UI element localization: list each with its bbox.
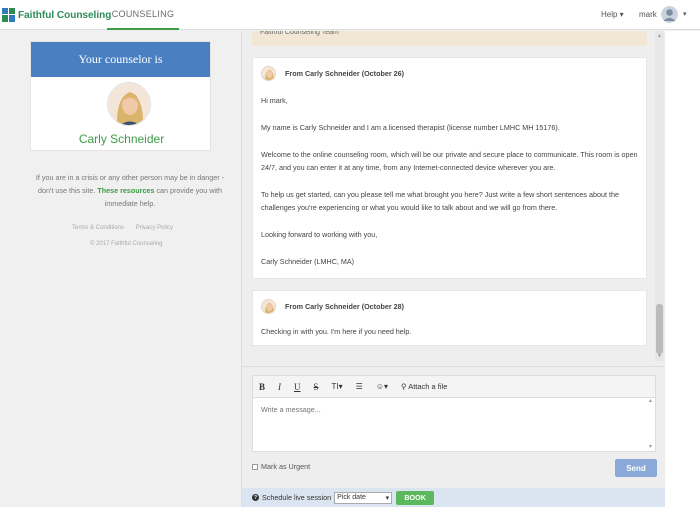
terms-link[interactable]: Terms & Conditions — [72, 225, 124, 231]
scroll-thumb[interactable] — [656, 304, 663, 354]
bold-button[interactable]: B — [259, 382, 265, 392]
counselor-card: Your counselor is Carly Schneider — [30, 41, 211, 151]
text-size-button[interactable]: TI▾ — [332, 382, 343, 391]
message-header: From Carly Schneider (October 26) — [261, 66, 404, 81]
pick-date-value: Pick date — [337, 494, 366, 501]
attach-file-label: Attach a file — [408, 382, 448, 391]
counselor-photo — [107, 82, 151, 126]
emoji-icon[interactable]: ☺▾ — [376, 382, 388, 391]
send-button[interactable]: Send — [615, 459, 657, 477]
message-paragraph: To help us get started, can you please t… — [261, 189, 619, 213]
team-message-strip: Faithful Counseling Team — [252, 31, 647, 46]
strikethrough-button[interactable]: S — [314, 382, 319, 392]
footer-links: Terms & Conditions Privacy Policy — [72, 225, 183, 231]
help-menu[interactable]: Help ▾ — [601, 10, 624, 19]
message-composer: B I U S TI▾ ☰ ☺▾ ⚲ Attach a file Mark as… — [242, 366, 666, 488]
message-body: Checking in with you. I'm here if you ne… — [261, 325, 641, 352]
crisis-resources-link[interactable]: These resources — [97, 186, 154, 195]
sender-avatar — [261, 66, 276, 81]
scroll-up-icon[interactable]: ▲ — [657, 33, 662, 39]
message-sender: From Carly Schneider (October 26) — [285, 69, 405, 78]
message-card: From Carly Schneider (October 26) Hi mar… — [252, 57, 647, 279]
input-resize-handle[interactable] — [646, 398, 655, 451]
mark-urgent-label: Mark as Urgent — [261, 462, 311, 471]
counselor-header: Your counselor is — [31, 42, 210, 77]
message-thread-panel: Faithful Counseling Team From Carly Schn… — [241, 31, 666, 507]
message-paragraph: Welcome to the online counseling room, w… — [261, 149, 638, 172]
crisis-notice: If you are in a crisis or any other pers… — [28, 171, 232, 210]
copyright: © 2017 Faithful Counseling — [90, 241, 163, 247]
list-icon[interactable]: ☰ — [356, 382, 363, 391]
message-paragraph: Checking in with you. I'm here if you ne… — [261, 327, 412, 336]
book-button[interactable]: BOOK — [396, 490, 435, 505]
sender-avatar — [261, 299, 276, 314]
counselor-name: Carly Schneider — [78, 132, 165, 146]
attach-file-button[interactable]: ⚲ Attach a file — [401, 382, 447, 391]
message-body: Hi mark, My name is Carly Schneider and … — [261, 94, 641, 282]
chevron-down-icon: ▾ — [385, 494, 390, 502]
underline-button[interactable]: U — [294, 382, 301, 392]
editor-toolbar: B I U S TI▾ ☰ ☺▾ ⚲ Attach a file — [252, 375, 656, 397]
logo[interactable]: Faithful Counseling — [2, 8, 111, 22]
sidebar: Your counselor is Carly Schneider If you… — [0, 31, 241, 507]
checkbox-icon[interactable] — [252, 463, 258, 470]
message-paragraph: My name is Carly Schneider and I am a li… — [261, 122, 560, 132]
schedule-bar: ? Schedule live session Pick date ▾ BOOK — [242, 488, 666, 507]
logo-text: Faithful Counseling — [18, 9, 112, 21]
message-input[interactable] — [252, 397, 656, 452]
message-sender: From Carly Schneider (October 28) — [285, 302, 405, 311]
scroll-down-icon[interactable]: ▼ — [657, 353, 662, 359]
paperclip-icon: ⚲ — [401, 382, 407, 391]
message-paragraph: Carly Schneider (LMHC, MA) — [261, 256, 355, 266]
thread-scrollbar[interactable]: ▲ ▼ — [655, 31, 664, 361]
message-card: From Carly Schneider (October 28) Checki… — [252, 290, 647, 346]
tab-counseling[interactable]: COUNSELING — [107, 0, 179, 30]
schedule-label: Schedule live session — [262, 493, 332, 502]
mark-urgent-checkbox[interactable]: Mark as Urgent — [252, 462, 310, 471]
message-header: From Carly Schneider (October 28) — [261, 299, 404, 314]
italic-button[interactable]: I — [278, 382, 281, 392]
cross-logo-icon — [2, 8, 15, 22]
chevron-down-icon[interactable]: ▾ — [683, 10, 687, 18]
message-paragraph: Hi mark, — [261, 96, 288, 105]
top-nav: Faithful Counseling COUNSELING Help ▾ ma… — [0, 0, 700, 30]
right-gutter — [665, 31, 700, 507]
privacy-link[interactable]: Privacy Policy — [136, 225, 173, 231]
question-icon[interactable]: ? — [252, 494, 259, 501]
pick-date-select[interactable]: Pick date ▾ — [334, 491, 393, 504]
user-name[interactable]: mark — [639, 10, 657, 19]
message-paragraph: Looking forward to working with you, — [261, 230, 378, 239]
user-avatar[interactable] — [661, 6, 678, 23]
